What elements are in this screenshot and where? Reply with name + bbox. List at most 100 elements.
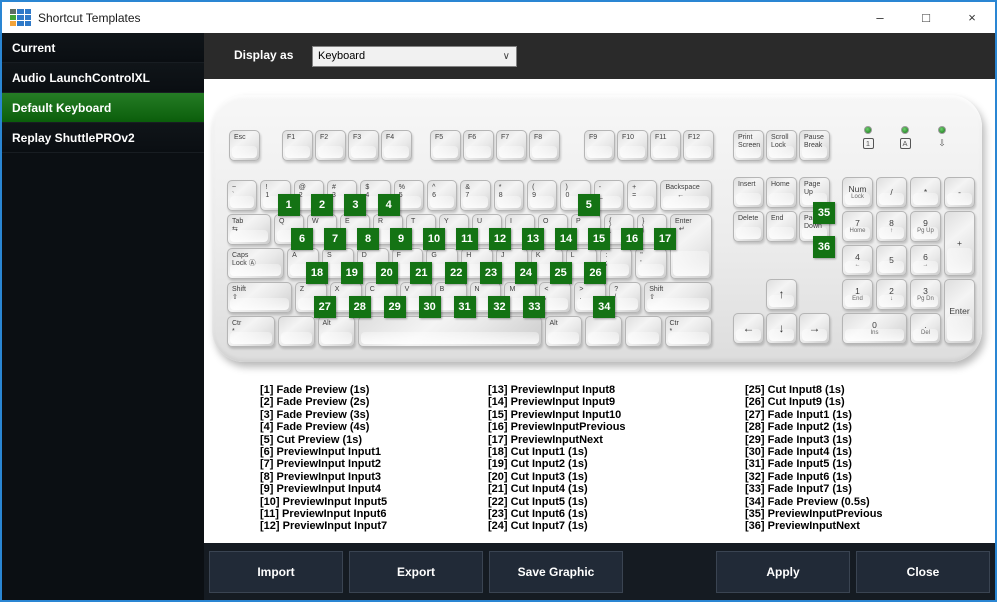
key-f6[interactable]: F6: [463, 130, 494, 161]
key-1[interactable]: 1 End: [842, 279, 873, 310]
key-[interactable]: ↓: [766, 313, 797, 344]
key-scroll[interactable]: Scroll Lock: [766, 130, 797, 161]
key-f4[interactable]: F4: [381, 130, 412, 161]
key-f7[interactable]: F7: [496, 130, 527, 161]
sidebar-item-replay-shuttleprov2[interactable]: Replay ShuttlePROv2: [2, 123, 204, 153]
key-5[interactable]: 5: [876, 245, 907, 276]
key-page[interactable]: Page Up 35: [799, 177, 835, 224]
key-label: 8: [889, 217, 894, 228]
key-f12[interactable]: F12: [683, 130, 714, 161]
key-[interactable]: * 8: [493, 180, 525, 211]
close-icon[interactable]: ×: [949, 2, 995, 33]
sidebar-item-audio-launchcontrolxl[interactable]: Audio LaunchControlXL: [2, 63, 204, 93]
key-q[interactable]: Q6: [274, 214, 313, 250]
key-label: A: [292, 252, 297, 259]
key-[interactable]: ! 11: [260, 180, 300, 216]
key-[interactable]: →: [799, 313, 830, 344]
key-blank[interactable]: [277, 316, 315, 347]
key-[interactable]: ) 05: [560, 180, 600, 216]
key-z[interactable]: Z 27: [294, 282, 336, 318]
template-sidebar: Current Audio LaunchControlXL Default Keyb…: [2, 33, 204, 600]
key-f10[interactable]: F10: [617, 130, 648, 161]
key-label: F9: [589, 134, 598, 141]
key-[interactable]: *: [910, 177, 941, 208]
key-label: N: [474, 286, 480, 293]
app-icon-square: [10, 21, 17, 26]
key-label: Ctr *: [669, 320, 679, 335]
shortcut-badge-22: 22: [445, 262, 468, 284]
key-insert[interactable]: Insert: [733, 177, 764, 208]
key-home[interactable]: Home: [766, 177, 797, 208]
shortcut-badge-10: 10: [423, 228, 445, 250]
footer-spacer: [629, 551, 710, 600]
key-end[interactable]: End: [766, 211, 797, 242]
key-7[interactable]: 7 Home: [842, 211, 873, 242]
key-f5[interactable]: F5: [430, 130, 461, 161]
key-[interactable]: ←: [733, 313, 764, 344]
key-alt[interactable]: Alt: [544, 316, 582, 347]
key-tab[interactable]: Tab ⇆: [227, 214, 271, 245]
shortcut-badge-16: 16: [621, 228, 643, 250]
key-[interactable]: . Del: [910, 313, 941, 344]
key-print[interactable]: Print Screen: [733, 130, 764, 161]
keyboard-graphic: Esc F1 F2 F3 F4 F5 F6 F7 F8 F9 F10 F11 F12 Print Scre…: [212, 95, 982, 362]
key-2[interactable]: 2 ↓: [876, 279, 907, 310]
save-graphic-button[interactable]: Save Graphic: [489, 551, 623, 593]
key-[interactable]: ~ `: [227, 180, 258, 211]
key-f3[interactable]: F3: [348, 130, 379, 161]
key-f2[interactable]: F2: [315, 130, 346, 161]
apply-button[interactable]: Apply: [716, 551, 850, 593]
key-blank[interactable]: [584, 316, 622, 347]
close-button[interactable]: Close: [856, 551, 990, 593]
key-[interactable]: ( 9: [527, 180, 558, 211]
key-blank[interactable]: [357, 316, 542, 347]
sidebar-item-current[interactable]: Current: [2, 33, 204, 63]
led-icon: A: [894, 138, 916, 149]
key-enter[interactable]: Enter: [944, 279, 975, 344]
key-[interactable]: > . 34: [574, 282, 616, 318]
app-icon-square: [24, 9, 31, 14]
key-4[interactable]: 4 ←: [842, 245, 873, 276]
key-pause[interactable]: Pause Break: [799, 130, 830, 161]
key-backspace[interactable]: Backspace ←: [660, 180, 713, 211]
key-8[interactable]: 8 ↑: [876, 211, 907, 242]
minimize-icon[interactable]: –: [857, 2, 903, 33]
key-[interactable]: ^ 6: [427, 180, 458, 211]
key-[interactable]: ↑: [766, 279, 797, 310]
key-blank[interactable]: [624, 316, 662, 347]
display-as-dropdown[interactable]: Keyboard ∨: [312, 46, 517, 67]
key-esc[interactable]: Esc: [229, 130, 260, 161]
key-9[interactable]: 9 Pg Up: [910, 211, 941, 242]
key-a[interactable]: A 18: [287, 248, 328, 284]
key-delete[interactable]: Delete: [733, 211, 764, 242]
key-alt[interactable]: Alt: [317, 316, 355, 347]
import-button[interactable]: Import: [209, 551, 343, 593]
sidebar-item-default-keyboard[interactable]: Default Keyboard: [2, 93, 204, 123]
key-[interactable]: /: [876, 177, 907, 208]
key-label: Caps Lock Ⓐ: [232, 252, 256, 267]
key-f1[interactable]: F1: [282, 130, 313, 161]
export-button[interactable]: Export: [349, 551, 483, 593]
key-[interactable]: -: [944, 177, 975, 208]
key-f8[interactable]: F8: [529, 130, 560, 161]
key-ctr[interactable]: Ctr *: [664, 316, 712, 347]
key-caps[interactable]: Caps Lock Ⓐ: [227, 248, 285, 279]
led-light: [938, 126, 946, 134]
key-shift[interactable]: Shift ⇧: [227, 282, 292, 313]
key-f11[interactable]: F11: [650, 130, 681, 161]
key-label: ~ `: [232, 184, 237, 199]
key-[interactable]: & 7: [460, 180, 491, 211]
key-enter[interactable]: Enter ↵: [670, 214, 712, 279]
key-6[interactable]: 6 →: [910, 245, 941, 276]
key-ctr[interactable]: Ctr *: [227, 316, 275, 347]
key-0[interactable]: 0 Ins: [842, 313, 907, 344]
key-f9[interactable]: F9: [584, 130, 615, 161]
key-[interactable]: " ': [635, 248, 668, 279]
key-[interactable]: +: [944, 211, 975, 276]
key-num[interactable]: Num Lock: [842, 177, 873, 208]
key-[interactable]: + =: [627, 180, 658, 211]
key-3[interactable]: 3 Pg Dn: [910, 279, 941, 310]
shortcut-badge-1: 1: [277, 194, 300, 216]
maximize-icon[interactable]: □: [903, 2, 949, 33]
key-shift[interactable]: Shift ⇧: [644, 282, 713, 313]
